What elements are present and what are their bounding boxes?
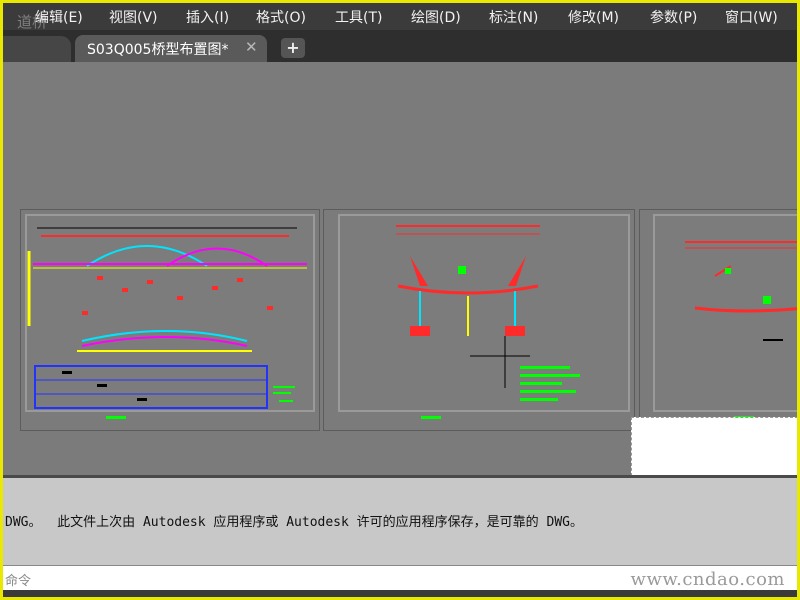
menu-bar: 道桥 编辑(E) 视图(V) 插入(I) 格式(O) 工具(T) 绘图(D) 标… — [3, 3, 797, 31]
command-line[interactable]: 命令 www.cndao.com — [3, 565, 797, 591]
document-tab-bar: S03Q005桥型布置图* ✕ + — [3, 30, 797, 62]
menu-modify[interactable]: 修改(M) — [568, 7, 619, 27]
drawing-frame-1 — [25, 214, 315, 412]
plus-icon: + — [286, 38, 300, 57]
command-input[interactable]: 命令 — [5, 570, 31, 589]
new-tab-button[interactable]: + — [281, 38, 305, 58]
bridge-cross-section-drawing — [396, 225, 580, 401]
drawing-canvas[interactable] — [3, 62, 797, 476]
bridge-elevation-drawing — [27, 227, 307, 409]
menu-draw[interactable]: 绘图(D) — [411, 7, 461, 27]
bridge-detail-drawing — [685, 241, 797, 341]
menu-dimension[interactable]: 标注(N) — [489, 7, 538, 27]
command-history-text: DWG。 此文件上次由 Autodesk 应用程序或 Autodesk 许可的应… — [5, 515, 583, 530]
application-window: 道桥 编辑(E) 视图(V) 插入(I) 格式(O) 工具(T) 绘图(D) 标… — [3, 3, 797, 597]
sheet-2-caption-mark — [421, 416, 441, 419]
menu-tools[interactable]: 工具(T) — [335, 7, 382, 27]
start-tab[interactable] — [3, 36, 71, 62]
drawing-frame-2 — [338, 214, 630, 412]
menu-insert[interactable]: 插入(I) — [186, 7, 229, 27]
menu-edit[interactable]: 编辑(E) — [35, 7, 83, 27]
menu-view[interactable]: 视图(V) — [109, 7, 158, 27]
menu-format[interactable]: 格式(O) — [256, 7, 306, 27]
close-icon[interactable]: ✕ — [245, 38, 258, 56]
menu-window[interactable]: 窗口(W) — [725, 7, 778, 27]
viewport-preview — [631, 417, 797, 476]
command-history: DWG。 此文件上次由 Autodesk 应用程序或 Autodesk 许可的应… — [3, 475, 797, 568]
site-watermark: www.cndao.com — [630, 569, 785, 590]
drawing-tab-label: S03Q005桥型布置图* — [87, 42, 229, 58]
sheet-1-caption-mark — [106, 416, 126, 419]
drawing-frame-3 — [653, 214, 797, 412]
drawing-tab[interactable]: S03Q005桥型布置图* ✕ — [75, 35, 267, 62]
menu-parameters[interactable]: 参数(P) — [650, 7, 697, 27]
status-bar — [3, 590, 797, 597]
